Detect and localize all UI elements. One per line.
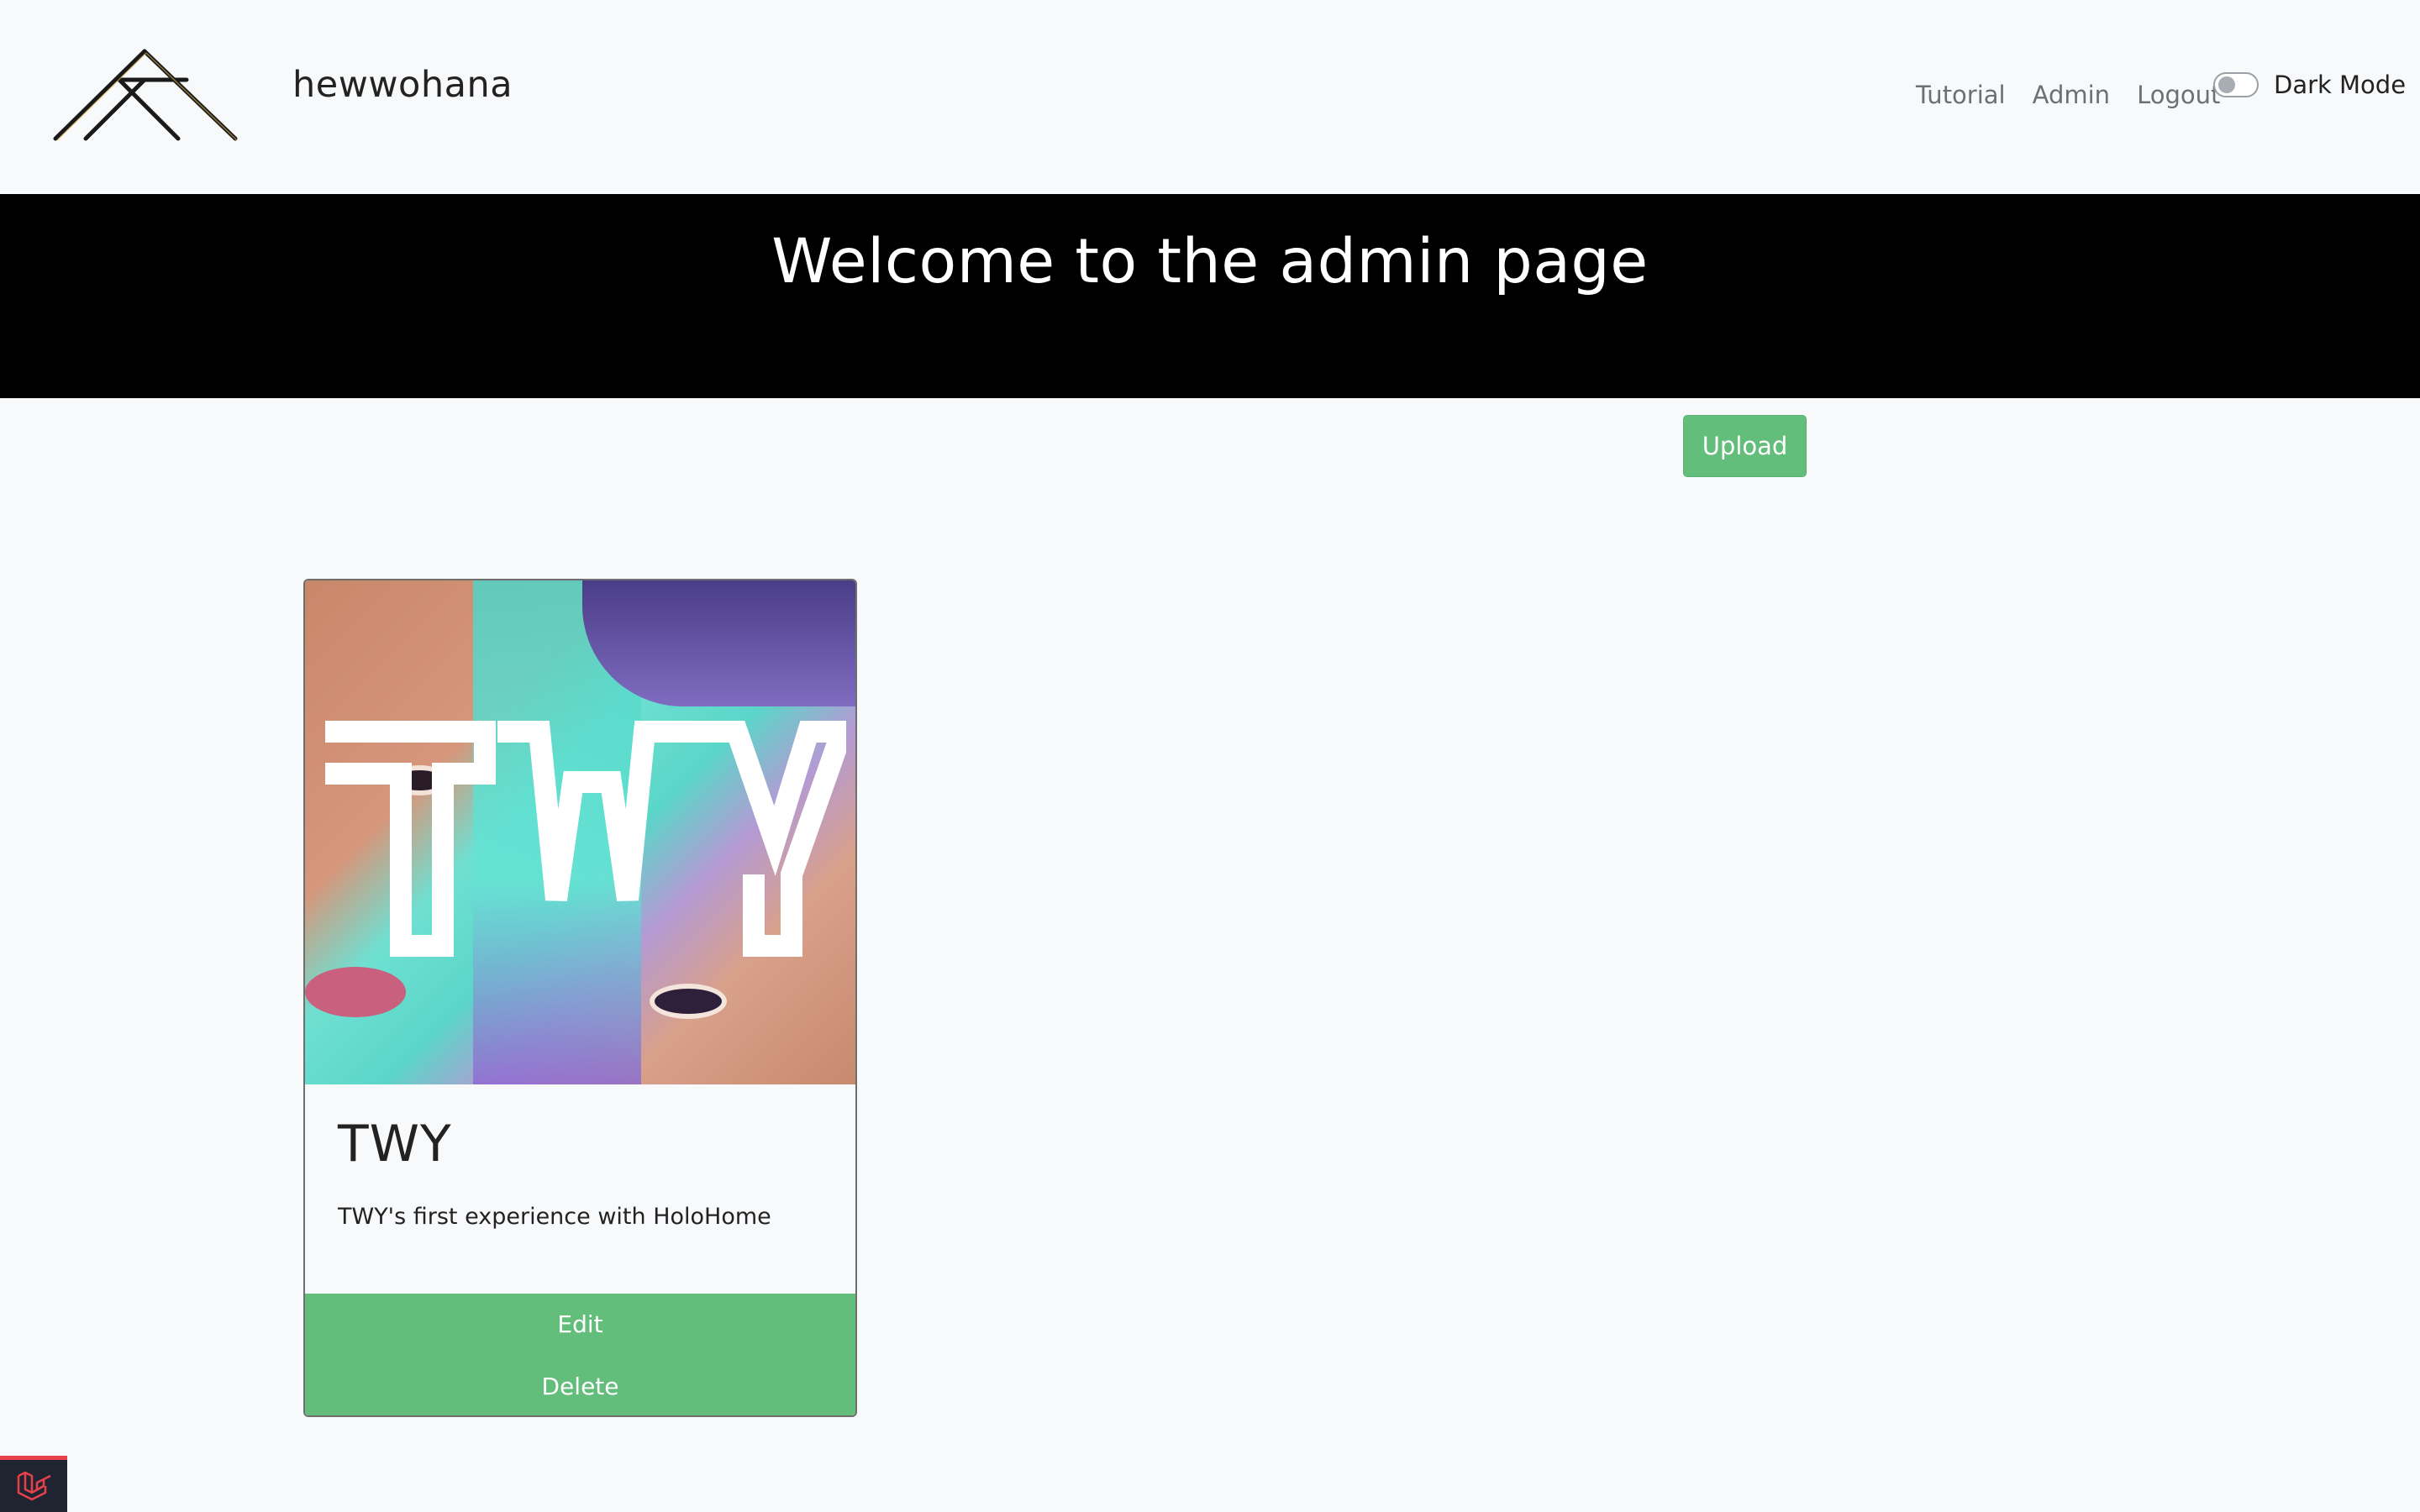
brand-name[interactable]: hewwohana — [292, 64, 513, 106]
edit-button[interactable]: Edit — [305, 1310, 855, 1338]
navbar: hewwohana Tutorial Admin Logout Dark Mod… — [0, 0, 2420, 194]
nav-link-tutorial[interactable]: Tutorial — [1916, 81, 2006, 109]
card-description: TWY's first experience with HoloHome — [338, 1204, 771, 1230]
laravel-debugbar-icon[interactable] — [0, 1456, 67, 1512]
page-title: Welcome to the admin page — [771, 226, 1649, 297]
hero-banner: Welcome to the admin page — [0, 194, 2420, 398]
nav-link-admin[interactable]: Admin — [2033, 81, 2110, 109]
dark-mode-toggle[interactable] — [2213, 72, 2259, 97]
content-card: TWY TWY's first experience with HoloHome… — [303, 579, 857, 1417]
brand-logo-icon[interactable] — [52, 46, 239, 143]
card-image — [305, 580, 855, 1084]
dark-mode-label: Dark Mode — [2274, 71, 2407, 99]
nav-link-logout[interactable]: Logout — [2137, 81, 2220, 109]
twy-logo-mark — [325, 721, 846, 957]
laravel-icon — [17, 1471, 51, 1501]
dark-mode-switch: Dark Mode — [2213, 71, 2406, 99]
image-eye-right — [650, 984, 727, 1019]
card-actions: Edit Delete — [305, 1294, 855, 1415]
toggle-knob — [2218, 76, 2235, 93]
image-lips — [305, 967, 406, 1017]
card-title: TWY — [338, 1115, 452, 1173]
upload-button[interactable]: Upload — [1683, 415, 1807, 477]
nav-links: Tutorial Admin Logout — [1916, 81, 2220, 109]
delete-button[interactable]: Delete — [305, 1373, 855, 1400]
